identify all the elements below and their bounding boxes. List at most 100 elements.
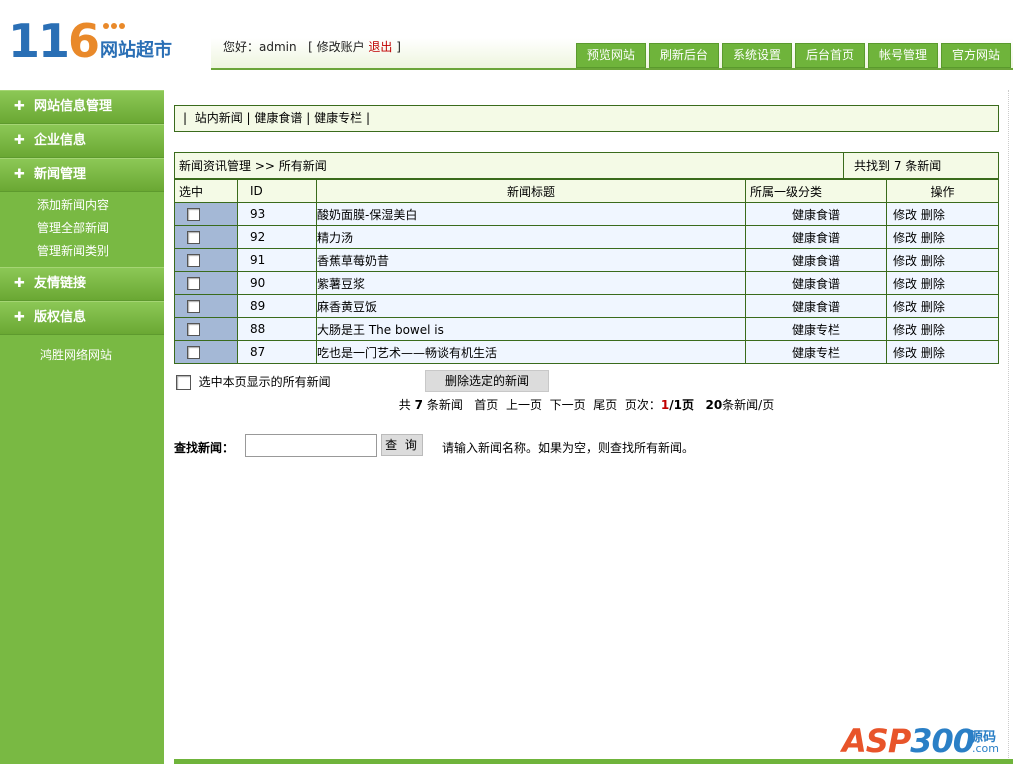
- row-checkbox[interactable]: [187, 231, 200, 244]
- delete-link[interactable]: 删除: [921, 323, 945, 337]
- sidebar-item-copyright[interactable]: ✚ 版权信息: [0, 301, 164, 335]
- edit-link[interactable]: 修改: [893, 254, 917, 268]
- table-row: 88 大肠是王 The bowel is 健康专栏 修改 删除: [174, 317, 999, 341]
- breadcrumb: 新闻资讯管理 >> 所有新闻: [174, 152, 844, 179]
- col-select: 选中: [174, 179, 238, 203]
- row-id: 92: [237, 225, 317, 249]
- logo-text: 网站超市: [100, 40, 172, 61]
- row-category: 健康食谱: [745, 248, 887, 272]
- select-all[interactable]: 选中本页显示的所有新闻: [176, 373, 331, 390]
- delete-link[interactable]: 删除: [921, 254, 945, 268]
- edit-link[interactable]: 修改: [893, 300, 917, 314]
- row-category: 健康专栏: [745, 340, 887, 364]
- tab-health-recipes[interactable]: 健康食谱: [254, 111, 302, 125]
- delete-link[interactable]: 删除: [921, 277, 945, 291]
- sidebar-copyright-link[interactable]: 鸿胜网络网站: [0, 335, 164, 375]
- search-button[interactable]: 查 询: [381, 434, 423, 456]
- delete-link[interactable]: 删除: [921, 300, 945, 314]
- edit-link[interactable]: 修改: [893, 323, 917, 337]
- next-page-link[interactable]: 下一页: [550, 398, 586, 412]
- delete-link[interactable]: 删除: [921, 231, 945, 245]
- sidebar-subitem-manage-news[interactable]: 管理全部新闻: [37, 217, 164, 240]
- row-title[interactable]: 大肠是王 The bowel is: [316, 317, 746, 341]
- row-id: 90: [237, 271, 317, 295]
- search-input[interactable]: [245, 434, 377, 457]
- row-checkbox[interactable]: [187, 277, 200, 290]
- row-id: 88: [237, 317, 317, 341]
- row-title[interactable]: 吃也是一门艺术——畅谈有机生活: [316, 340, 746, 364]
- right-edge: [1008, 90, 1013, 764]
- pagination: 共 7 条新闻 首页 上一页 下一页 尾页 页次：1/1页 20条新闻/页: [398, 398, 775, 412]
- row-checkbox[interactable]: [187, 254, 200, 267]
- row-id: 91: [237, 248, 317, 272]
- nav-account-manage[interactable]: 帐号管理: [867, 43, 938, 68]
- row-checkbox-cell: [174, 294, 238, 318]
- header: 116 网站超市 您好：admin [ 修改账户 退出 ] 预览网站 刷新后台 …: [0, 0, 1013, 90]
- edit-account-link[interactable]: 修改账户: [317, 40, 365, 54]
- first-page-link[interactable]: 首页: [474, 398, 498, 412]
- table-row: 91 香蕉草莓奶昔 健康食谱 修改 删除: [174, 248, 999, 272]
- row-title[interactable]: 香蕉草莓奶昔: [316, 248, 746, 272]
- per-page-count: 20: [705, 398, 723, 412]
- delete-link[interactable]: 删除: [921, 346, 945, 360]
- logo-number: 116: [8, 14, 100, 68]
- select-all-checkbox[interactable]: [176, 375, 191, 390]
- table-row: 89 麻香黄豆饭 健康食谱 修改 删除: [174, 294, 999, 318]
- top-nav: 预览网站 刷新后台 系统设置 后台首页 帐号管理 官方网站: [575, 43, 1011, 68]
- search-hint: 请输入新闻名称。如果为空，则查找所有新闻。: [442, 441, 695, 455]
- row-title[interactable]: 精力汤: [316, 225, 746, 249]
- delete-link[interactable]: 删除: [921, 208, 945, 222]
- row-title[interactable]: 紫薯豆浆: [316, 271, 746, 295]
- tab-site-news[interactable]: 站内新闻: [195, 111, 243, 125]
- row-checkbox[interactable]: [187, 208, 200, 221]
- nav-refresh-admin[interactable]: 刷新后台: [648, 43, 719, 68]
- category-tabs: | 站内新闻 | 健康食谱 | 健康专栏 |: [174, 105, 999, 132]
- logout-link[interactable]: 退出: [368, 40, 392, 54]
- row-checkbox-cell: [174, 248, 238, 272]
- row-checkbox[interactable]: [187, 346, 200, 359]
- table-header: 选中 ID 新闻标题 所属一级分类 操作: [174, 179, 999, 203]
- prev-page-link[interactable]: 上一页: [506, 398, 542, 412]
- col-actions: 操作: [886, 179, 999, 203]
- col-title: 新闻标题: [316, 179, 746, 203]
- row-id: 93: [237, 202, 317, 226]
- plus-icon: ✚: [14, 167, 25, 182]
- sidebar-item-news-manage[interactable]: ✚ 新闻管理: [0, 158, 164, 192]
- sidebar: ✚ 网站信息管理 ✚ 企业信息 ✚ 新闻管理 添加新闻内容 管理全部新闻 管理新闻类别…: [0, 90, 164, 764]
- row-checkbox[interactable]: [187, 323, 200, 336]
- edit-link[interactable]: 修改: [893, 277, 917, 291]
- nav-system-settings[interactable]: 系统设置: [721, 43, 792, 68]
- sidebar-item-company-info[interactable]: ✚ 企业信息: [0, 124, 164, 158]
- edit-link[interactable]: 修改: [893, 346, 917, 360]
- table-row: 93 酸奶面膜-保湿美白 健康食谱 修改 删除: [174, 202, 999, 226]
- sidebar-item-friend-links[interactable]: ✚ 友情链接: [0, 267, 164, 301]
- row-category: 健康食谱: [745, 271, 887, 295]
- edit-link[interactable]: 修改: [893, 231, 917, 245]
- nav-official-site[interactable]: 官方网站: [940, 43, 1011, 68]
- plus-icon: ✚: [14, 133, 25, 148]
- search-label: 查找新闻：: [174, 441, 235, 455]
- tab-health-column[interactable]: 健康专栏: [314, 111, 362, 125]
- sidebar-subitem-add-news[interactable]: 添加新闻内容: [37, 194, 164, 217]
- row-checkbox-cell: [174, 317, 238, 341]
- nav-admin-home[interactable]: 后台首页: [794, 43, 865, 68]
- row-title[interactable]: 麻香黄豆饭: [316, 294, 746, 318]
- row-checkbox-cell: [174, 340, 238, 364]
- watermark-logo: ASP300 源码 .com: [842, 722, 999, 760]
- site-logo[interactable]: 116 网站超市: [8, 14, 178, 70]
- row-title[interactable]: 酸奶面膜-保湿美白: [316, 202, 746, 226]
- plus-icon: ✚: [14, 276, 25, 291]
- search-bar: 查找新闻： 查 询 请输入新闻名称。如果为空，则查找所有新闻。: [174, 434, 999, 458]
- table-row: 87 吃也是一门艺术——畅谈有机生活 健康专栏 修改 删除: [174, 340, 999, 364]
- sidebar-subitem-manage-categories[interactable]: 管理新闻类别: [37, 240, 164, 263]
- nav-preview-site[interactable]: 预览网站: [575, 43, 646, 68]
- table-row: 92 精力汤 健康食谱 修改 删除: [174, 225, 999, 249]
- last-page-link[interactable]: 尾页: [593, 398, 617, 412]
- main-content: | 站内新闻 | 健康食谱 | 健康专栏 | 新闻资讯管理 >> 所有新闻 共找…: [174, 105, 999, 458]
- logo-dots-icon: [103, 18, 127, 32]
- delete-selected-button[interactable]: 删除选定的新闻: [425, 370, 549, 392]
- edit-link[interactable]: 修改: [893, 208, 917, 222]
- row-checkbox[interactable]: [187, 300, 200, 313]
- row-category: 健康食谱: [745, 294, 887, 318]
- sidebar-item-site-info[interactable]: ✚ 网站信息管理: [0, 90, 164, 124]
